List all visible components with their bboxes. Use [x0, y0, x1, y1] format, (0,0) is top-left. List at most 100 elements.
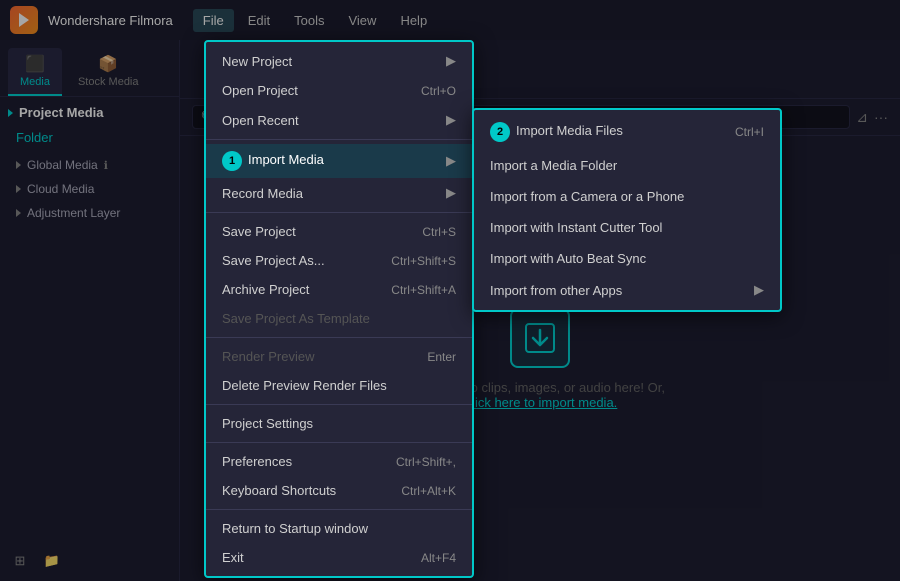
menu-delete-preview[interactable]: Delete Preview Render Files	[206, 371, 472, 400]
save-as-template-label: Save Project As Template	[222, 311, 370, 326]
sep5	[206, 442, 472, 443]
step-badge-1: 1	[222, 151, 242, 171]
save-project-as-label: Save Project As...	[222, 253, 325, 268]
sep6	[206, 509, 472, 510]
save-project-shortcut: Ctrl+S	[422, 225, 456, 239]
import-media-arrow: ▶	[446, 153, 456, 169]
menu-open-project[interactable]: Open Project Ctrl+O	[206, 76, 472, 105]
menu-open-recent[interactable]: Open Recent ▶	[206, 105, 472, 135]
menu-keyboard-shortcuts[interactable]: Keyboard Shortcuts Ctrl+Alt+K	[206, 476, 472, 505]
tab-stock-media[interactable]: 📦 Stock Media	[66, 48, 151, 96]
menu-save-project[interactable]: Save Project Ctrl+S	[206, 217, 472, 246]
menu-help[interactable]: Help	[390, 9, 437, 32]
sep2	[206, 212, 472, 213]
titlebar: Wondershare Filmora File Edit Tools View…	[0, 0, 900, 40]
new-project-label: New Project	[222, 54, 292, 69]
project-settings-label: Project Settings	[222, 416, 313, 431]
import-other-apps-label: Import from other Apps	[490, 283, 622, 298]
exit-label: Exit	[222, 550, 244, 565]
menu-save-project-as[interactable]: Save Project As... Ctrl+Shift+S	[206, 246, 472, 275]
tree-arrow-icon	[16, 161, 21, 169]
record-media-label: Record Media	[222, 186, 303, 201]
folder-label: Folder	[8, 130, 171, 145]
sidebar-content: Project Media Folder Global Media ℹ Clou…	[0, 97, 179, 541]
step-badge-2: 2	[490, 122, 510, 142]
archive-project-label: Archive Project	[222, 282, 309, 297]
save-project-as-shortcut: Ctrl+Shift+S	[391, 254, 456, 268]
import-media-folder[interactable]: Import a Media Folder	[474, 150, 780, 181]
sidebar-tabs: ⬛ Media 📦 Stock Media	[0, 40, 179, 97]
menu-project-settings[interactable]: Project Settings	[206, 409, 472, 438]
menu-exit[interactable]: Exit Alt+F4	[206, 543, 472, 572]
filter-icon[interactable]: ⊿	[856, 109, 868, 126]
import-link[interactable]: Click here to import media.	[463, 395, 618, 410]
import-camera-phone-label: Import from a Camera or a Phone	[490, 189, 684, 204]
menu-file[interactable]: File	[193, 9, 234, 32]
import-media-files-shortcut: Ctrl+I	[735, 125, 764, 139]
menu-preferences[interactable]: Preferences Ctrl+Shift+,	[206, 447, 472, 476]
menu-return-startup[interactable]: Return to Startup window	[206, 514, 472, 543]
more-options-icon[interactable]: ···	[874, 109, 888, 125]
exit-shortcut: Alt+F4	[421, 551, 456, 565]
return-startup-label: Return to Startup window	[222, 521, 368, 536]
import-camera-phone[interactable]: Import from a Camera or a Phone	[474, 181, 780, 212]
menu-record-media[interactable]: Record Media ▶	[206, 178, 472, 208]
open-recent-arrow: ▶	[446, 112, 456, 128]
menu-archive-project[interactable]: Archive Project Ctrl+Shift+A	[206, 275, 472, 304]
preferences-label: Preferences	[222, 454, 292, 469]
import-cutter[interactable]: Import with Instant Cutter Tool	[474, 212, 780, 243]
menu-new-project[interactable]: New Project ▶	[206, 46, 472, 76]
tab-media-label: Media	[20, 76, 50, 88]
tree-item-global-media[interactable]: Global Media ℹ	[8, 153, 171, 177]
import-media-files-label: 2Import Media Files	[490, 122, 623, 142]
import-media-folder-label: Import a Media Folder	[490, 158, 617, 173]
open-recent-label: Open Recent	[222, 113, 299, 128]
adjustment-layer-label: Adjustment Layer	[27, 206, 120, 220]
menu-edit[interactable]: Edit	[238, 9, 280, 32]
delete-preview-label: Delete Preview Render Files	[222, 378, 387, 393]
collapse-triangle	[8, 109, 13, 117]
app-logo	[10, 6, 38, 34]
tree-arrow-icon2	[16, 185, 21, 193]
cloud-media-label: Cloud Media	[27, 182, 94, 196]
media-icon: ⬛	[25, 54, 45, 74]
sidebar: ⬛ Media 📦 Stock Media Project Media Fold…	[0, 40, 180, 581]
tree-item-adjustment[interactable]: Adjustment Layer	[8, 201, 171, 225]
new-folder-btn[interactable]: ⊞	[8, 549, 32, 573]
open-project-shortcut: Ctrl+O	[421, 84, 456, 98]
import-media-files[interactable]: 2Import Media Files Ctrl+I	[474, 114, 780, 150]
preferences-shortcut: Ctrl+Shift+,	[396, 455, 456, 469]
render-preview-shortcut: Enter	[427, 350, 456, 364]
project-media-title: Project Media	[19, 105, 104, 120]
import-other-apps[interactable]: Import from other Apps ▶	[474, 274, 780, 306]
tree-item-cloud-media[interactable]: Cloud Media	[8, 177, 171, 201]
archive-project-shortcut: Ctrl+Shift+A	[391, 283, 456, 297]
open-project-label: Open Project	[222, 83, 298, 98]
tab-stock-label: Stock Media	[78, 76, 139, 88]
global-media-label: Global Media	[27, 158, 98, 172]
save-project-label: Save Project	[222, 224, 296, 239]
info-icon: ℹ	[104, 159, 108, 172]
menu-render-preview: Render Preview Enter	[206, 342, 472, 371]
app-name: Wondershare Filmora	[48, 13, 173, 28]
sep1	[206, 139, 472, 140]
import-beat-sync-label: Import with Auto Beat Sync	[490, 251, 646, 266]
stock-media-icon: 📦	[98, 54, 118, 74]
import-beat-sync[interactable]: Import with Auto Beat Sync	[474, 243, 780, 274]
import-media-label: 1Import Media	[222, 151, 324, 171]
import-other-apps-arrow: ▶	[754, 282, 764, 298]
file-menu: New Project ▶ Open Project Ctrl+O Open R…	[204, 40, 474, 578]
menu-tools[interactable]: Tools	[284, 9, 334, 32]
record-media-arrow: ▶	[446, 185, 456, 201]
menu-import-media[interactable]: 1Import Media ▶	[206, 144, 472, 178]
sep3	[206, 337, 472, 338]
import-folder-btn[interactable]: 📁	[40, 549, 64, 573]
keyboard-shortcuts-label: Keyboard Shortcuts	[222, 483, 336, 498]
import-cutter-label: Import with Instant Cutter Tool	[490, 220, 662, 235]
menu-view[interactable]: View	[338, 9, 386, 32]
import-submenu: 2Import Media Files Ctrl+I Import a Medi…	[472, 108, 782, 312]
keyboard-shortcuts-shortcut: Ctrl+Alt+K	[401, 484, 456, 498]
project-media-header: Project Media	[8, 105, 171, 120]
tab-media[interactable]: ⬛ Media	[8, 48, 62, 96]
sep4	[206, 404, 472, 405]
